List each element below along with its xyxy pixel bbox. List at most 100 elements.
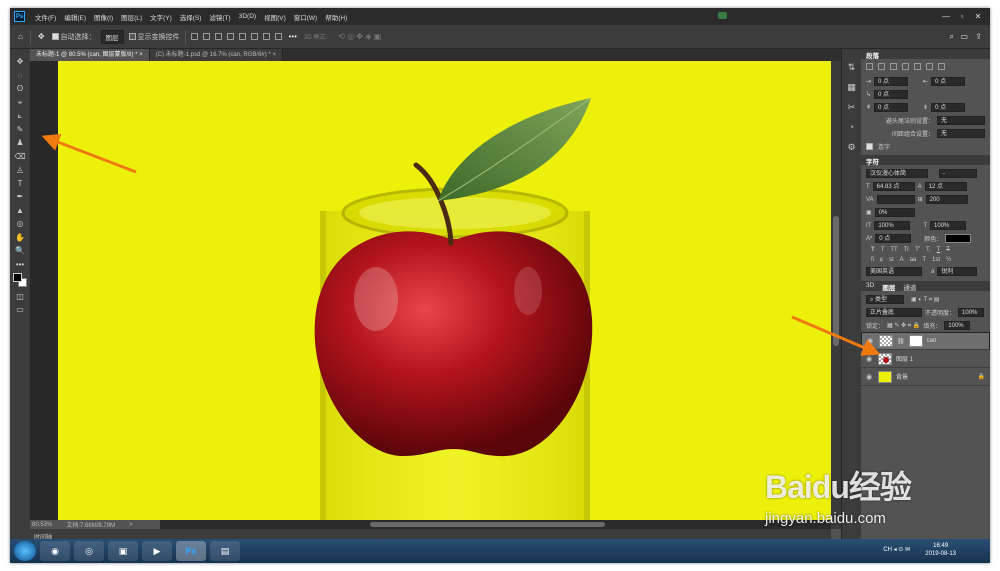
all-caps-icon[interactable]: TT <box>890 247 897 253</box>
horizontal-scale-field[interactable]: 100% <box>930 221 967 230</box>
small-caps-icon[interactable]: Tr <box>904 247 909 253</box>
align-left-text-icon[interactable] <box>866 63 873 70</box>
faux-italic-icon[interactable]: T <box>881 247 885 253</box>
eraser-tool-icon[interactable]: ⌫ <box>14 152 26 161</box>
stamp-tool-icon[interactable]: ♟ <box>14 138 26 147</box>
scroll-thumb[interactable] <box>370 522 605 527</box>
system-clock[interactable]: 16:49 2019-08-13 <box>925 542 956 558</box>
fractions-icon[interactable]: ½ <box>946 257 951 263</box>
layer-kind-filter[interactable]: ⌕ 类型 <box>866 295 904 304</box>
color-swatches[interactable] <box>13 273 27 287</box>
ligature-icon[interactable]: fi <box>871 257 874 263</box>
quick-mask-icon[interactable]: ◫ <box>14 292 26 301</box>
lock-icon[interactable]: 🔒 <box>978 373 985 380</box>
share-icon[interactable]: ⇪ <box>973 32 984 41</box>
swash-icon[interactable]: A <box>900 257 904 263</box>
blend-mode-dropdown[interactable]: 正片叠底 <box>866 308 922 317</box>
align-center-icon[interactable] <box>202 33 210 40</box>
justify-all-icon[interactable] <box>938 63 945 70</box>
zoom-tool-icon[interactable]: 🔍 <box>14 246 26 255</box>
menu-select[interactable]: 选择(S) <box>176 12 206 22</box>
align-right-text-icon[interactable] <box>890 63 897 70</box>
document-canvas[interactable] <box>58 61 831 520</box>
language-dropdown[interactable]: 美国英语 <box>866 267 922 276</box>
auto-select-checkbox[interactable]: 自动选择： <box>51 32 96 42</box>
font-style-dropdown[interactable]: - <box>939 169 977 178</box>
layer-background[interactable]: ◉ 背景 🔒 <box>861 368 990 386</box>
hyphen-checkbox[interactable] <box>866 143 873 150</box>
status-menu-arrow[interactable]: > <box>129 522 133 528</box>
close-tab-icon[interactable]: × <box>272 52 276 58</box>
menu-type[interactable]: 文字(Y) <box>146 12 176 22</box>
layer-mask-thumbnail[interactable] <box>908 335 923 347</box>
lasso-tool-icon[interactable]: ʘ <box>14 84 26 93</box>
stylistic-alternates-icon[interactable]: aa <box>910 257 917 263</box>
zoom-level[interactable]: 80.53% <box>32 522 52 528</box>
auto-select-dropdown[interactable]: 图层 <box>100 29 124 44</box>
layer-name[interactable]: can <box>927 338 937 344</box>
menu-file[interactable]: 文件(F) <box>31 12 60 22</box>
menu-filter[interactable]: 滤镜(T) <box>205 12 234 22</box>
adjustments-icon[interactable]: ◔ <box>849 121 854 133</box>
font-family-dropdown[interactable]: 汉仪漫心体简 <box>866 169 928 178</box>
system-tray[interactable]: CH ◂ ⊙ ✉ <box>883 546 910 553</box>
leading-field[interactable]: 12 点 <box>924 182 967 191</box>
start-button[interactable] <box>14 541 36 561</box>
shape-tool-icon[interactable]: ◎ <box>14 219 26 228</box>
search-icon[interactable]: ⌕ <box>948 32 956 42</box>
space-after-field[interactable]: 0 点 <box>931 103 966 112</box>
titling-icon[interactable]: T <box>922 257 926 263</box>
home-icon[interactable]: ⌂ <box>16 32 25 41</box>
underline-icon[interactable]: T <box>937 247 941 253</box>
taskbar-app-photoshop[interactable]: Ps <box>176 541 206 561</box>
menu-view[interactable]: 视图(V) <box>260 12 290 22</box>
pen-tool-icon[interactable]: ✒ <box>14 192 26 201</box>
scroll-thumb[interactable] <box>833 216 839 346</box>
align-bottom-icon[interactable] <box>250 33 258 40</box>
menu-3d[interactable]: 3D(D) <box>235 13 260 20</box>
more-options-button[interactable]: ••• <box>287 32 299 41</box>
workspace-icon[interactable]: ▭ <box>958 32 970 41</box>
text-color-swatch[interactable] <box>945 234 972 243</box>
tsume-field[interactable]: 0% <box>874 208 915 217</box>
menu-image[interactable]: 图像(I) <box>90 12 117 22</box>
align-center-text-icon[interactable] <box>878 63 885 70</box>
lock-icons[interactable]: ▦ ✎ ✥ ⌗ 🔒 <box>887 322 920 330</box>
avoid-dropdown[interactable]: 无 <box>937 116 985 125</box>
link-icon[interactable]: ⛓ <box>897 338 905 345</box>
taskbar-app-explorer[interactable]: ▤ <box>210 541 240 561</box>
visibility-eye-icon[interactable]: ◉ <box>866 355 874 363</box>
quick-select-tool-icon[interactable]: ⌖ <box>14 98 26 107</box>
tools-presets-icon[interactable]: ✂ <box>848 101 856 113</box>
type-tool-icon[interactable]: T <box>14 179 26 188</box>
restore-button[interactable]: ▫ <box>954 12 970 21</box>
justify-icon[interactable] <box>926 63 933 70</box>
align-right-icon[interactable] <box>214 33 222 40</box>
baseline-field[interactable]: 0 点 <box>875 234 912 243</box>
justify-icon[interactable] <box>902 63 909 70</box>
faux-bold-icon[interactable]: T <box>871 247 875 253</box>
screen-mode-icon[interactable]: ▭ <box>14 305 26 314</box>
show-transform-checkbox[interactable]: 显示变换控件 <box>128 32 180 42</box>
menu-layer[interactable]: 图层(L) <box>117 12 146 22</box>
visibility-eye-icon[interactable]: ◉ <box>866 373 874 381</box>
vertical-scale-field[interactable]: 100% <box>874 221 911 230</box>
vertical-scrollbar[interactable] <box>831 61 841 529</box>
minimize-button[interactable]: — <box>938 12 954 21</box>
layer-name[interactable]: 背景 <box>896 372 908 381</box>
visibility-eye-icon[interactable]: ◉ <box>867 337 875 345</box>
tracking-field[interactable]: 200 <box>925 195 968 204</box>
fill-field[interactable]: 100% <box>944 321 971 330</box>
spacing-dropdown[interactable]: 无 <box>937 129 985 138</box>
foreground-color-swatch[interactable] <box>13 273 22 282</box>
layer-name[interactable]: 图层 1 <box>896 354 913 363</box>
swatches-icon[interactable]: ▦ <box>847 81 856 93</box>
discretionary-ligature-icon[interactable]: st <box>889 257 894 263</box>
move-tool-preset-icon[interactable]: ✥ <box>36 32 47 41</box>
tab-channels[interactable]: 通道 <box>903 282 916 292</box>
indent-left-field[interactable]: 0 点 <box>874 77 909 86</box>
distribute-icon[interactable] <box>274 33 282 40</box>
cloud-sync-icon[interactable] <box>718 12 727 19</box>
tab-document-2[interactable]: (C) 未标题-1.psd @ 16.7% (can, RGB/8#) * × <box>149 49 283 61</box>
distribute-icon[interactable] <box>262 33 270 40</box>
